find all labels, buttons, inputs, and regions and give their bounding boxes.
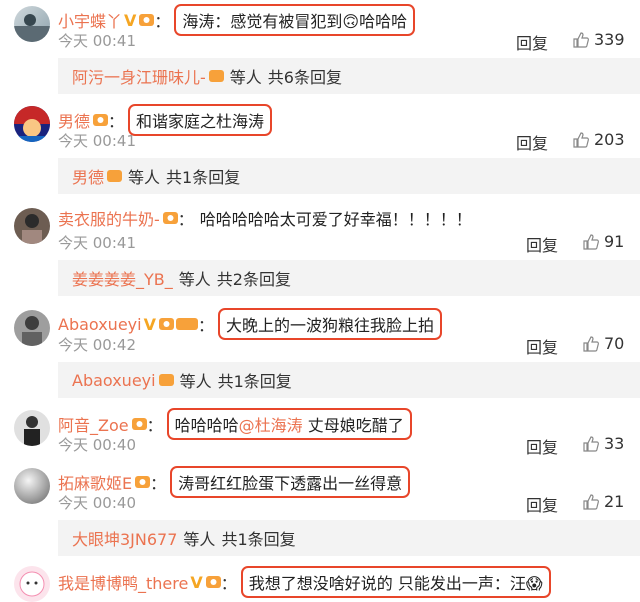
level-badge-icon bbox=[175, 318, 198, 330]
comment-text: 大晚上的一波狗粮往我脸上拍 bbox=[217, 308, 442, 340]
comment-text: 哈哈哈哈哈太可爱了好幸福！！！！！ bbox=[199, 210, 472, 229]
comment-text: 哈哈哈哈@杜海涛 丈母娘吃醋了 bbox=[166, 408, 412, 440]
like-button[interactable]: 33 bbox=[582, 434, 624, 453]
person-photo-icon bbox=[24, 416, 40, 446]
comment-text: 我想了想没啥好说的 只能发出一声：汪😱 bbox=[240, 566, 551, 598]
avatar[interactable] bbox=[14, 208, 50, 244]
reply-button[interactable]: 回复 bbox=[526, 492, 558, 516]
subreply-count[interactable]: 共6条回复 bbox=[268, 64, 342, 88]
person-photo-icon bbox=[14, 14, 50, 42]
subreply-user[interactable]: 男德 bbox=[72, 164, 104, 188]
like-count: 21 bbox=[604, 492, 625, 511]
like-count: 203 bbox=[594, 130, 625, 149]
comment-username[interactable]: 阿音_Zoe bbox=[58, 412, 129, 436]
thumbs-up-icon bbox=[583, 435, 599, 452]
subreply-bar[interactable]: Abaoxueyi 等人 共1条回复 bbox=[58, 362, 640, 398]
reply-button[interactable]: 回复 bbox=[516, 30, 548, 54]
comment-username[interactable]: Abaoxueyi bbox=[58, 315, 142, 334]
comment-text: 和谐家庭之杜海涛 bbox=[128, 104, 273, 136]
like-button[interactable]: 339 bbox=[572, 30, 625, 49]
subreply-count[interactable]: 共1条回复 bbox=[221, 526, 295, 550]
fan-badge-icon bbox=[93, 114, 109, 126]
comment-username[interactable]: 卖衣服的牛奶- bbox=[58, 206, 160, 230]
fan-badge-icon bbox=[205, 576, 221, 588]
reply-button[interactable]: 回复 bbox=[526, 334, 558, 358]
fan-badge-icon bbox=[139, 14, 155, 26]
subreply-bar[interactable]: 男德 等人 共1条回复 bbox=[58, 158, 640, 194]
like-count: 339 bbox=[594, 30, 625, 49]
avatar[interactable] bbox=[14, 468, 50, 504]
reply-button[interactable]: 回复 bbox=[516, 130, 548, 154]
like-button[interactable]: 91 bbox=[582, 232, 624, 251]
subreply-count[interactable]: 共1条回复 bbox=[166, 164, 240, 188]
reply-button[interactable]: 回复 bbox=[526, 434, 558, 458]
fan-badge-icon bbox=[158, 374, 174, 386]
thumbs-up-icon bbox=[573, 31, 589, 48]
fan-badge-icon bbox=[135, 476, 151, 488]
subreply-bar[interactable]: 大眼坤3JN677 等人 共1条回复 bbox=[58, 520, 640, 556]
avatar[interactable] bbox=[14, 106, 50, 142]
subreply-user[interactable]: 大眼坤3JN677 bbox=[72, 526, 177, 550]
comment-time: 今天 00:40 bbox=[58, 494, 136, 512]
subreply-user[interactable]: 姜姜姜姜_YB_ bbox=[72, 266, 173, 290]
comment-username[interactable]: 我是博博鸭_there bbox=[58, 570, 188, 594]
comment-time: 今天 00:42 bbox=[58, 336, 136, 354]
subreply-bar[interactable]: 姜姜姜姜_YB_ 等人 共2条回复 bbox=[58, 260, 640, 296]
subreply-user[interactable]: 阿污一身江珊味儿- bbox=[72, 64, 206, 88]
like-button[interactable]: 70 bbox=[582, 334, 624, 353]
thumbs-up-icon bbox=[583, 335, 599, 352]
comment-time: 今天 00:40 bbox=[58, 436, 136, 454]
comment-text: 海涛：感觉有被冒犯到🙃哈哈哈 bbox=[174, 4, 416, 36]
like-button[interactable]: 203 bbox=[572, 130, 625, 149]
fan-badge-icon bbox=[107, 170, 123, 182]
fan-badge-icon bbox=[131, 418, 147, 430]
comment-username[interactable]: 小宇蝶丫 bbox=[58, 8, 122, 32]
subreply-count[interactable]: 共2条回复 bbox=[217, 266, 291, 290]
avatar[interactable] bbox=[14, 310, 50, 346]
fan-badge-icon bbox=[162, 212, 178, 224]
subreply-user[interactable]: Abaoxueyi bbox=[72, 371, 156, 390]
thumbs-up-icon bbox=[583, 493, 599, 510]
mention-link[interactable]: @杜海涛 bbox=[239, 416, 303, 435]
like-count: 91 bbox=[604, 232, 625, 251]
fan-badge-icon bbox=[158, 318, 174, 330]
flag-avatar-icon bbox=[14, 106, 50, 142]
avatar[interactable] bbox=[14, 410, 50, 446]
like-count: 70 bbox=[604, 334, 625, 353]
subreply-bar[interactable]: 阿污一身江珊味儿- 等人 共6条回复 bbox=[58, 58, 640, 94]
like-count: 33 bbox=[604, 434, 625, 453]
comment-text: 涛哥红红脸蛋下透露出一丝得意 bbox=[170, 466, 411, 498]
subreply-count[interactable]: 共1条回复 bbox=[218, 368, 292, 392]
thumbs-up-icon bbox=[573, 131, 589, 148]
reply-button[interactable]: 回复 bbox=[526, 232, 558, 256]
comment-time: 今天 00:41 bbox=[58, 132, 136, 150]
thumbs-up-icon bbox=[583, 233, 599, 250]
vip-v-icon: V bbox=[143, 314, 156, 334]
person-photo-icon bbox=[22, 316, 42, 346]
vip-v-icon: V bbox=[124, 10, 137, 30]
comment-time: 今天 00:41 bbox=[58, 234, 136, 252]
fan-badge-icon bbox=[208, 70, 224, 82]
avatar[interactable] bbox=[14, 6, 50, 42]
vip-v-icon: V bbox=[190, 572, 203, 592]
person-photo-icon bbox=[22, 214, 42, 244]
comment-time: 今天 00:41 bbox=[58, 32, 136, 50]
comment-username[interactable]: 拓麻歌姬E bbox=[58, 470, 132, 494]
like-button[interactable]: 21 bbox=[582, 492, 624, 511]
comment-username[interactable]: 男德 bbox=[58, 108, 90, 132]
